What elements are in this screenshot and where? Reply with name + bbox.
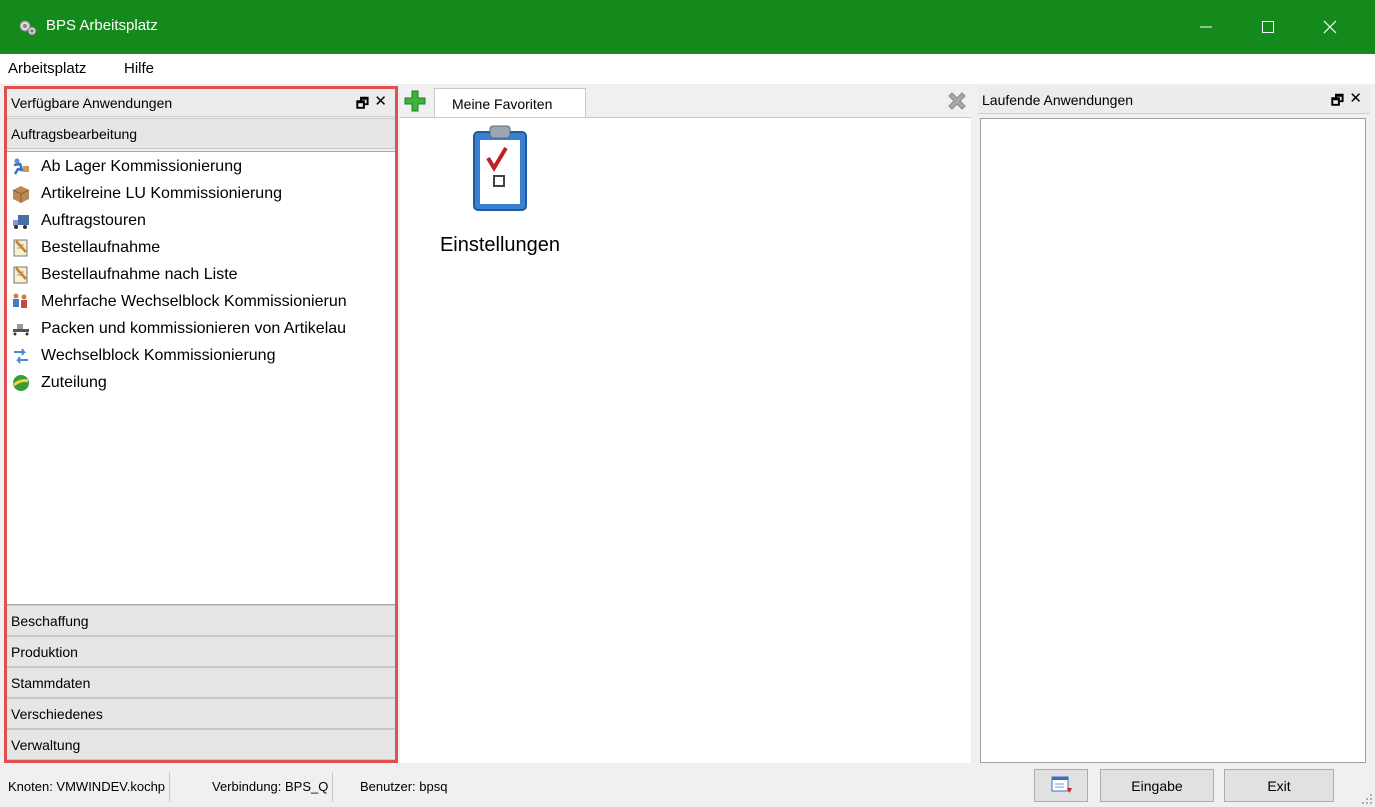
- close-panel-icon[interactable]: ✕: [374, 92, 387, 110]
- eingabe-button[interactable]: Eingabe: [1100, 769, 1214, 802]
- float-window-icon[interactable]: 🗗: [356, 93, 369, 117]
- menu-bar: Arbeitsplatz Hilfe: [0, 54, 1375, 84]
- group-label: Stammdaten: [11, 675, 91, 691]
- eingabe-label: Eingabe: [1131, 778, 1183, 794]
- available-applications-panel: Verfügbare Anwendungen 🗗 ✕ Auftragsbearb…: [4, 86, 398, 763]
- close-button[interactable]: [1299, 0, 1361, 54]
- app-label: Bestellaufnahme nach Liste: [41, 266, 238, 283]
- app-label: Artikelreine LU Kommissionierung: [41, 185, 282, 202]
- group-verschiedenes[interactable]: Verschiedenes: [7, 698, 395, 729]
- title-bar[interactable]: BPS Arbeitsplatz: [0, 0, 1375, 54]
- notepad-pencil-icon: [13, 239, 28, 257]
- maximize-icon: [1262, 21, 1274, 33]
- group-produktion[interactable]: Produktion: [7, 636, 395, 667]
- notepad-pencil-icon: [13, 266, 28, 284]
- status-knoten: Knoten: VMWINDEV.kochp: [4, 772, 171, 802]
- tab-label: Meine Favoriten: [452, 96, 553, 112]
- group-label: Produktion: [11, 644, 78, 660]
- status-verbindung: Verbindung: BPS_Q: [208, 772, 334, 802]
- panel-title: Laufende Anwendungen: [982, 92, 1134, 108]
- list-item[interactable]: Ab Lager Kommissionierung: [11, 154, 395, 181]
- group-beschaffung[interactable]: Beschaffung: [7, 605, 395, 636]
- favorites-panel: Meine Favoriten Einstellungen: [400, 86, 973, 763]
- running-applications-list: [980, 118, 1366, 763]
- list-item[interactable]: Bestellaufnahme nach Liste: [11, 262, 395, 289]
- maximize-button[interactable]: [1237, 0, 1299, 54]
- running-applications-panel: Laufende Anwendungen 🗗 ✕: [978, 86, 1370, 763]
- group-stammdaten[interactable]: Stammdaten: [7, 667, 395, 698]
- panel-title: Verfügbare Anwendungen: [11, 95, 173, 111]
- application-list: Ab Lager Kommissionierung Artikelreine L…: [7, 151, 395, 605]
- exchange-icon: [14, 348, 28, 364]
- group-label: Verwaltung: [11, 737, 81, 753]
- tab-meine-favoriten[interactable]: Meine Favoriten: [434, 88, 586, 118]
- favorite-label: Einstellungen: [439, 234, 561, 256]
- group-label: Beschaffung: [11, 613, 89, 629]
- conveyor-icon: [13, 324, 29, 336]
- minimize-button[interactable]: [1175, 0, 1237, 54]
- app-label: Wechselblock Kommissionierung: [41, 347, 276, 364]
- exit-button[interactable]: Exit: [1224, 769, 1334, 802]
- favorite-einstellungen[interactable]: Einstellungen: [430, 124, 570, 264]
- group-label: Verschiedenes: [11, 706, 103, 722]
- globe-icon: [13, 375, 29, 391]
- clipboard-checklist-icon: [473, 125, 527, 211]
- favorites-area: Einstellungen: [400, 117, 971, 763]
- group-auftragsbearbeitung[interactable]: Auftragsbearbeitung: [7, 118, 395, 149]
- status-bar: Knoten: VMWINDEV.kochp Verbindung: BPS_Q…: [0, 766, 1375, 807]
- app-label: Auftragstouren: [41, 212, 146, 229]
- app-label: Bestellaufnahme: [41, 239, 161, 256]
- group-label: Auftragsbearbeitung: [11, 126, 138, 142]
- close-icon: [1323, 20, 1337, 34]
- app-label: Ab Lager Kommissionierung: [41, 158, 242, 175]
- menu-hilfe[interactable]: Hilfe: [124, 60, 154, 77]
- status-benutzer: Benutzer: bpsq: [360, 779, 448, 794]
- remove-favorite-icon[interactable]: [946, 90, 968, 112]
- app-label: Zuteilung: [41, 374, 107, 391]
- box-icon: [12, 186, 30, 203]
- app-label: Packen und kommissionieren von Artikelau: [41, 320, 347, 337]
- window-title: BPS Arbeitsplatz: [46, 17, 158, 34]
- add-favorite-icon[interactable]: [404, 90, 426, 112]
- list-item[interactable]: Packen und kommissionieren von Artikelau: [11, 316, 395, 343]
- list-item[interactable]: Artikelreine LU Kommissionierung: [11, 181, 395, 208]
- resize-grip-icon[interactable]: [1361, 793, 1373, 805]
- forklift-worker-icon: [13, 158, 29, 175]
- workers-icon: [13, 293, 27, 308]
- panel-header: Verfügbare Anwendungen 🗗 ✕: [7, 89, 395, 117]
- window-list-button[interactable]: [1034, 769, 1088, 802]
- list-item[interactable]: Mehrfache Wechselblock Kommissionierun: [11, 289, 395, 316]
- exit-label: Exit: [1267, 778, 1291, 794]
- app-logo-icon: [19, 20, 37, 36]
- list-item[interactable]: Zuteilung: [11, 370, 395, 397]
- truck-icon: [13, 215, 29, 229]
- list-item[interactable]: Wechselblock Kommissionierung: [11, 343, 395, 370]
- app-label: Mehrfache Wechselblock Kommissionierun: [41, 293, 347, 310]
- list-item[interactable]: Auftragstouren: [11, 208, 395, 235]
- float-window-icon[interactable]: 🗗: [1331, 90, 1344, 114]
- menu-arbeitsplatz[interactable]: Arbeitsplatz: [8, 60, 86, 77]
- window-list-icon: [1051, 776, 1072, 793]
- group-verwaltung[interactable]: Verwaltung: [7, 729, 395, 760]
- close-panel-icon[interactable]: ✕: [1349, 89, 1362, 107]
- minimize-icon: [1200, 26, 1212, 28]
- panel-header: Laufende Anwendungen 🗗 ✕: [978, 86, 1370, 114]
- list-item[interactable]: Bestellaufnahme: [11, 235, 395, 262]
